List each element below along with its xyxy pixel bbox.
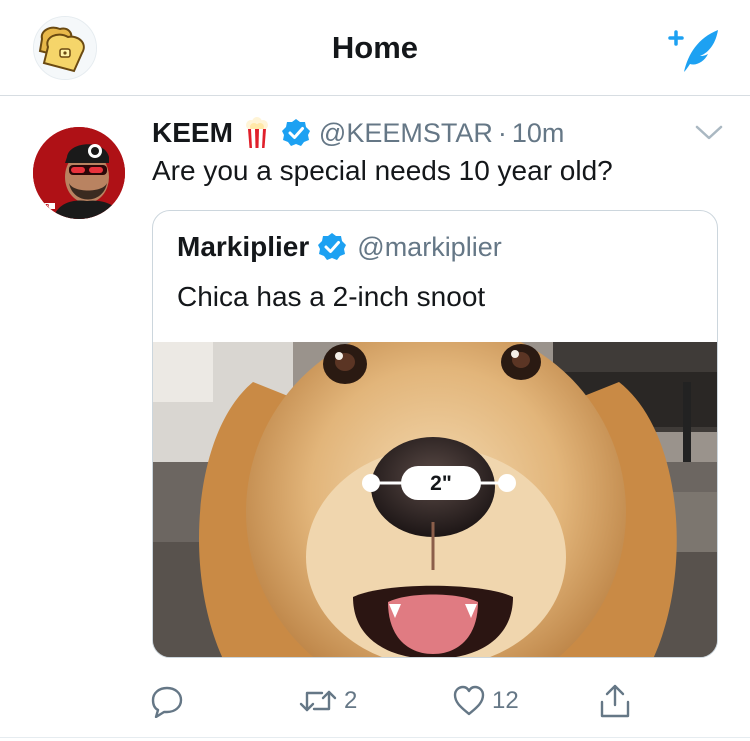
meta-separator: · — [497, 117, 507, 148]
share-button[interactable] — [598, 681, 632, 721]
chevron-down-icon — [695, 125, 723, 140]
popcorn-icon — [241, 117, 273, 149]
tweet-actions: 2 12 — [150, 681, 650, 721]
author-name[interactable]: KEEM — [152, 117, 233, 149]
reply-button[interactable] — [150, 681, 184, 721]
like-button[interactable]: 12 — [452, 681, 519, 721]
compose-tweet-icon — [668, 30, 718, 72]
keemstar-avatar-image: STAR — [33, 127, 125, 219]
tweet-card[interactable]: STAR KEEM @KEEMSTAR · 10m Are you a spec… — [0, 97, 750, 741]
share-icon — [600, 684, 630, 718]
retweet-button[interactable]: 2 — [298, 681, 357, 721]
page-title: Home — [331, 30, 419, 65]
tweet-timestamp[interactable]: 10m — [512, 118, 565, 149]
measurement-label: 2" — [430, 472, 452, 495]
quoted-author-handle: @markiplier — [357, 231, 502, 262]
quoted-tweet-image[interactable]: 2" — [153, 342, 717, 657]
retweet-icon — [299, 690, 337, 712]
verified-badge-icon — [318, 233, 347, 260]
tweet-text: Are you a special needs 10 year old? — [152, 155, 613, 186]
quoted-tweet-text: Chica has a 2-inch snoot — [177, 281, 486, 312]
quoted-author-name: Markiplier — [177, 231, 310, 262]
svg-text:STAR: STAR — [35, 204, 49, 210]
top-navigation-bar: Home — [0, 0, 750, 96]
like-count: 12 — [492, 687, 519, 714]
retweet-count: 2 — [344, 687, 358, 714]
golden-retriever-photo — [153, 342, 717, 657]
compose-tweet-button[interactable] — [664, 24, 722, 76]
reply-icon — [151, 686, 183, 718]
quoted-tweet[interactable]: Markiplier @markiplier Chica has a 2-inc… — [152, 210, 718, 658]
tweet-header: KEEM @KEEMSTAR · 10m — [152, 116, 564, 150]
author-handle[interactable]: @KEEMSTAR — [319, 118, 493, 149]
heart-icon — [453, 685, 485, 716]
verified-badge-icon — [281, 118, 311, 148]
tweet-divider — [0, 737, 750, 738]
quoted-tweet-header: Markiplier @markiplier — [177, 229, 502, 265]
author-avatar[interactable]: STAR — [33, 127, 125, 219]
tweet-menu-button[interactable] — [694, 121, 724, 143]
